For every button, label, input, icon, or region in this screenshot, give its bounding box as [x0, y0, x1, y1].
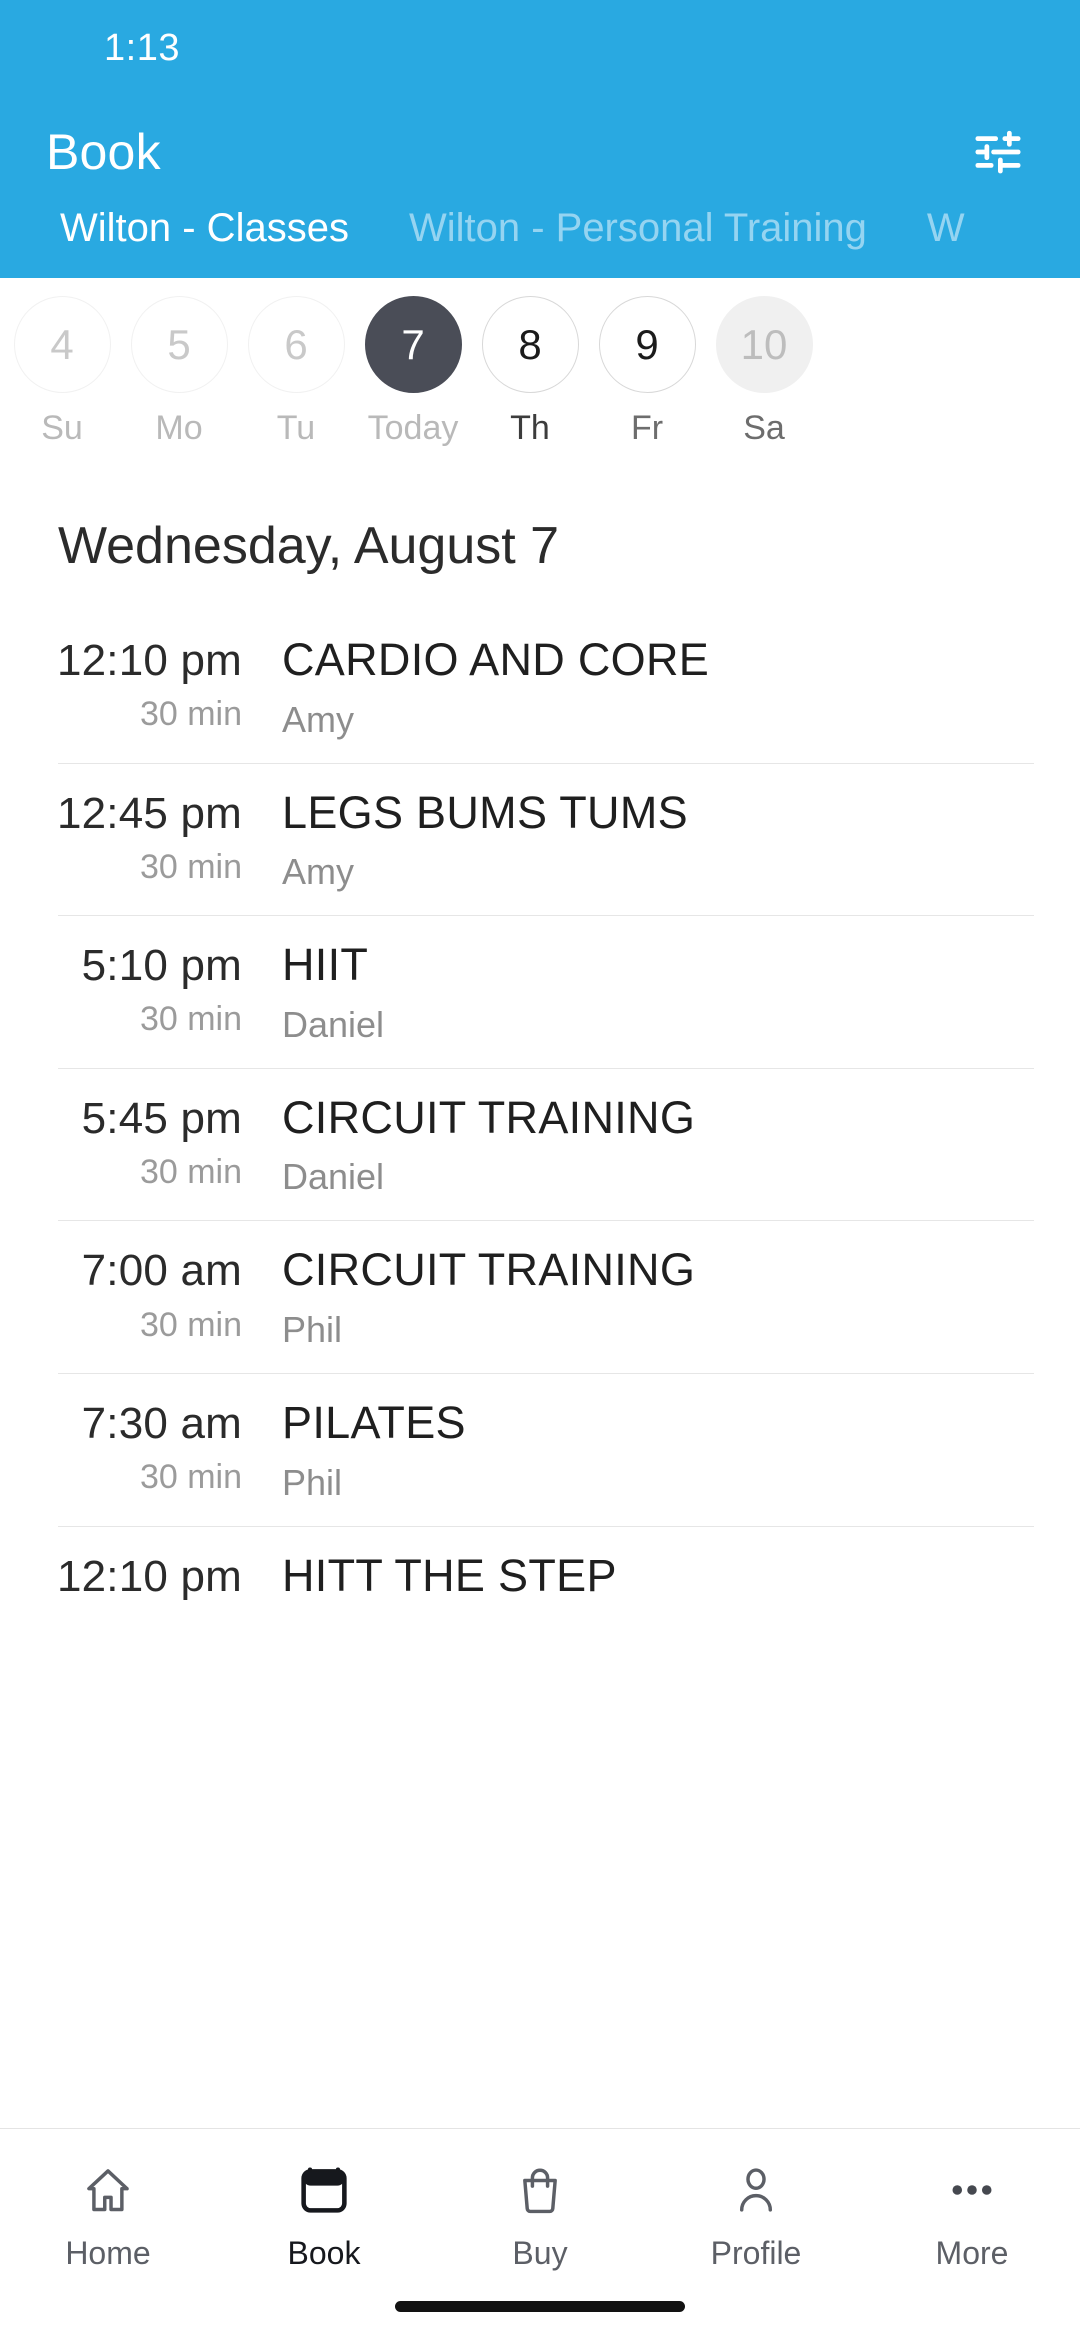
shopping-bag-icon [514, 2155, 566, 2225]
nav-item-book[interactable]: Book [216, 2155, 432, 2272]
nav-item-buy[interactable]: Buy [432, 2155, 648, 2272]
location-tabs[interactable]: Wilton - Classes Wilton - Personal Train… [0, 208, 1080, 278]
class-instructor: Phil [282, 1308, 343, 1350]
class-start-time: 7:30 am [81, 1398, 242, 1448]
class-instructor: Phil [282, 1461, 343, 1503]
date-cell-9[interactable]: 9 Fr [595, 296, 699, 448]
class-time-column: 7:00 am 30 min [0, 1246, 282, 1344]
date-weekday-9: Fr [630, 409, 664, 447]
class-instructor: Daniel [282, 1003, 385, 1045]
class-instructor: Amy [282, 851, 354, 893]
status-bar-clock: 1:13 [104, 26, 180, 69]
class-row[interactable]: 5:45 pm 30 min CIRCUIT TRAINING Daniel [0, 1067, 1080, 1221]
page-title: Book [46, 124, 161, 180]
app-bar: Book [0, 96, 1080, 208]
date-weekday-6: Tu [276, 409, 316, 447]
class-time-column: 12:45 pm 30 min [0, 789, 282, 887]
class-duration: 30 min [139, 1153, 242, 1192]
class-info-column: PILATES Phil [282, 1396, 1080, 1504]
date-weekday-8: Th [510, 409, 550, 447]
date-weekday-5: Mo [155, 409, 203, 447]
class-title: CIRCUIT TRAINING [282, 1091, 696, 1143]
class-row[interactable]: 5:10 pm 30 min HIIT Daniel [0, 915, 1080, 1068]
class-start-time: 5:45 pm [81, 1093, 242, 1143]
date-cell-5[interactable]: 5 Mo [127, 296, 231, 448]
home-indicator-bar [395, 2301, 685, 2312]
date-circle-9[interactable]: 9 [598, 296, 696, 393]
class-start-time: 5:10 pm [81, 941, 242, 991]
class-title: HIIT [282, 939, 369, 991]
tune-filter-icon[interactable] [960, 114, 1036, 190]
nav-item-more[interactable]: More [864, 2155, 1080, 2272]
nav-label-more: More [935, 2235, 1009, 2271]
class-title: CARDIO AND CORE [282, 634, 710, 685]
class-row[interactable]: 12:45 pm 30 min LEGS BUMS TUMS Amy [0, 762, 1080, 916]
class-duration: 30 min [139, 1305, 242, 1344]
class-title: PILATES [282, 1396, 466, 1448]
class-info-column: CIRCUIT TRAINING Phil [282, 1246, 1080, 1351]
tab-wilton-third[interactable]: W [897, 208, 995, 248]
date-cell-8[interactable]: 8 Th [478, 296, 582, 448]
class-start-time: 12:10 pm [56, 636, 242, 685]
date-weekday-today: Today [367, 409, 459, 447]
class-duration: 30 min [139, 695, 242, 734]
class-title: LEGS BUMS TUMS [282, 786, 688, 838]
class-start-time: 12:10 pm [56, 1551, 242, 1601]
class-row[interactable]: 12:10 pm 30 min CARDIO AND CORE Amy [0, 610, 1080, 763]
app-header: 1:13 Book Wilton - Classes Wilton - Pers… [0, 0, 1080, 278]
class-info-column: LEGS BUMS TUMS Amy [282, 786, 1080, 894]
class-row[interactable]: 7:00 am 30 min CIRCUIT TRAINING Phil [0, 1220, 1080, 1373]
class-start-time: 7:00 am [81, 1246, 242, 1296]
class-info-column: HIIT Daniel [282, 941, 1080, 1046]
date-circle-8[interactable]: 8 [481, 296, 579, 393]
date-circle-7-selected[interactable]: 7 [364, 296, 462, 393]
date-cell-10[interactable]: 10 Sa [712, 296, 816, 448]
date-cell-6[interactable]: 6 Tu [244, 296, 348, 448]
class-info-column: HITT THE STEP [282, 1549, 1080, 1615]
nav-label-profile: Profile [710, 2235, 802, 2271]
class-row[interactable]: 12:10 pm HITT THE STEP [0, 1525, 1080, 1637]
home-icon [82, 2155, 134, 2225]
class-time-column: 7:30 am 30 min [0, 1399, 282, 1497]
class-title: CIRCUIT TRAINING [282, 1244, 696, 1296]
date-weekday-4: Su [41, 409, 83, 447]
nav-label-home: Home [65, 2235, 151, 2271]
more-dots-icon [946, 2155, 998, 2225]
class-start-time: 12:45 pm [56, 788, 242, 838]
date-cell-7-today[interactable]: 7 Today [361, 296, 465, 448]
nav-label-book: Book [287, 2235, 361, 2271]
class-duration: 30 min [139, 1458, 242, 1497]
nav-label-buy: Buy [512, 2235, 568, 2271]
class-title: HITT THE STEP [282, 1549, 617, 1601]
class-time-column: 5:10 pm 30 min [0, 941, 282, 1039]
date-circle-5[interactable]: 5 [130, 296, 228, 393]
nav-item-profile[interactable]: Profile [648, 2155, 864, 2272]
class-duration: 30 min [139, 1000, 242, 1039]
date-circle-4[interactable]: 4 [13, 296, 111, 393]
tab-wilton-personal-training[interactable]: Wilton - Personal Training [379, 208, 897, 248]
date-picker-strip[interactable]: 4 Su 5 Mo 6 Tu 7 Today 8 Th 9 Fr 10 Sa [0, 278, 1080, 478]
date-cell-4[interactable]: 4 Su [10, 296, 114, 448]
status-bar: 1:13 [0, 0, 1080, 96]
class-schedule-list[interactable]: 12:10 pm 30 min CARDIO AND CORE Amy 12:4… [0, 610, 1080, 2128]
nav-item-home[interactable]: Home [0, 2155, 216, 2272]
date-circle-6[interactable]: 6 [247, 296, 345, 393]
person-icon [730, 2155, 782, 2225]
day-heading: Wednesday, August 7 [58, 517, 560, 575]
class-row[interactable]: 7:30 am 30 min PILATES Phil [0, 1372, 1080, 1526]
tab-wilton-classes[interactable]: Wilton - Classes [30, 208, 379, 248]
app-screen: 1:13 Book Wilton - Classes Wilton - Pers… [0, 0, 1080, 2340]
class-instructor: Daniel [282, 1156, 385, 1198]
class-info-column: CARDIO AND CORE Amy [282, 634, 1080, 741]
class-time-column: 5:45 pm 30 min [0, 1094, 282, 1192]
class-time-column: 12:10 pm [0, 1552, 282, 1611]
date-weekday-10: Sa [743, 409, 785, 447]
class-info-column: CIRCUIT TRAINING Daniel [282, 1091, 1080, 1199]
bottom-navigation-bar[interactable]: Home Book Buy Profile More [0, 2128, 1080, 2340]
class-duration: 30 min [139, 847, 242, 886]
class-instructor: Amy [282, 698, 354, 740]
date-circle-10[interactable]: 10 [715, 296, 813, 393]
class-time-column: 12:10 pm 30 min [0, 636, 282, 734]
calendar-icon [298, 2155, 350, 2225]
